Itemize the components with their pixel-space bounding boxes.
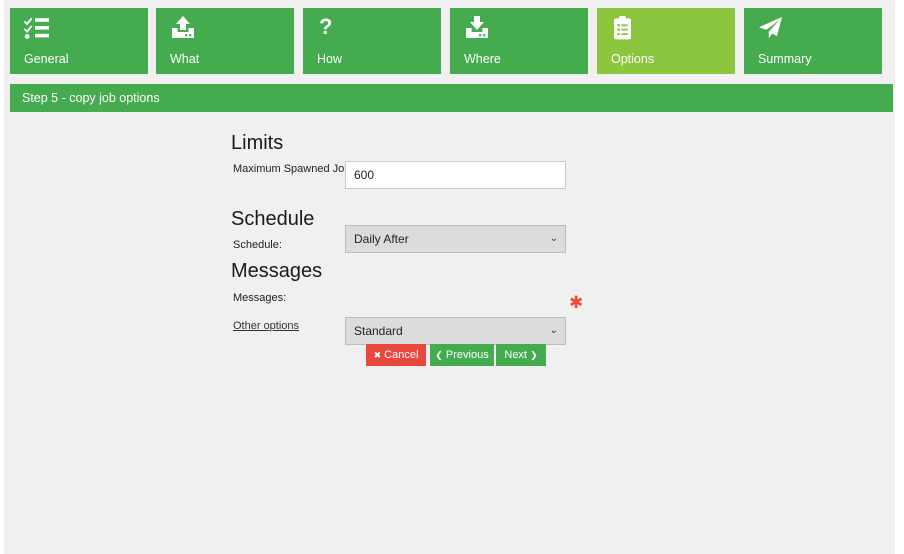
other-options-link[interactable]: Other options <box>233 319 299 333</box>
section-heading-messages: Messages <box>231 260 323 282</box>
wizard-tab-strip: General What ? How Where Options Summary <box>10 8 893 74</box>
wizard-tab-options[interactable]: Options <box>597 8 735 74</box>
list-check-icon <box>24 16 148 42</box>
chevron-left-icon: ❮ <box>435 350 443 360</box>
close-icon: ✖ <box>373 350 382 360</box>
options-form: Limits Maximum Spawned Jobs: Schedule Sc… <box>4 112 895 554</box>
wizard-tab-label: How <box>317 52 343 66</box>
paper-plane-icon <box>758 16 882 42</box>
messages-select-value: Standard <box>354 324 403 338</box>
cancel-button[interactable]: ✖ Cancel <box>366 344 426 366</box>
wizard-tab-label: General <box>24 52 69 66</box>
messages-label: Messages: <box>233 292 287 304</box>
next-button-label: Next <box>504 349 527 361</box>
previous-button-label: Previous <box>445 349 489 361</box>
wizard-tab-what[interactable]: What <box>156 8 294 74</box>
upload-icon <box>170 16 294 42</box>
schedule-select-value: Daily After <box>354 232 409 246</box>
wizard-tab-summary[interactable]: Summary <box>744 8 882 74</box>
question-icon: ? <box>317 16 441 42</box>
wizard-tab-label: Where <box>464 52 501 66</box>
section-heading-limits: Limits <box>231 132 284 154</box>
max-spawned-jobs-label: Maximum Spawned Jobs: <box>233 163 359 175</box>
step-banner: Step 5 - copy job options <box>10 84 893 112</box>
section-heading-schedule: Schedule <box>231 208 315 230</box>
clipboard-list-icon <box>611 16 735 42</box>
chevron-down-icon: ⌄ <box>549 233 558 244</box>
messages-select[interactable]: Standard ⌄ <box>345 317 566 345</box>
svg-text:?: ? <box>319 16 332 39</box>
previous-button[interactable]: ❮ Previous <box>430 344 494 366</box>
chevron-right-icon: ❯ <box>530 350 538 360</box>
next-button[interactable]: Next ❯ <box>496 344 546 366</box>
schedule-select[interactable]: Daily After ⌄ <box>345 225 566 253</box>
wizard-tab-label: Summary <box>758 52 812 66</box>
wizard-tab-where[interactable]: Where <box>450 8 588 74</box>
download-icon <box>464 16 588 42</box>
page-canvas: General What ? How Where Options Summary… <box>4 0 895 554</box>
wizard-tab-general[interactable]: General <box>10 8 148 74</box>
max-spawned-jobs-input[interactable] <box>345 161 566 189</box>
schedule-label: Schedule: <box>233 239 282 251</box>
chevron-down-icon: ⌄ <box>549 325 558 336</box>
wizard-tab-how[interactable]: ? How <box>303 8 441 74</box>
required-asterisk-icon: ✱ <box>569 293 584 312</box>
wizard-tab-label: What <box>170 52 200 66</box>
wizard-tab-label: Options <box>611 52 655 66</box>
cancel-button-label: Cancel <box>384 349 419 361</box>
